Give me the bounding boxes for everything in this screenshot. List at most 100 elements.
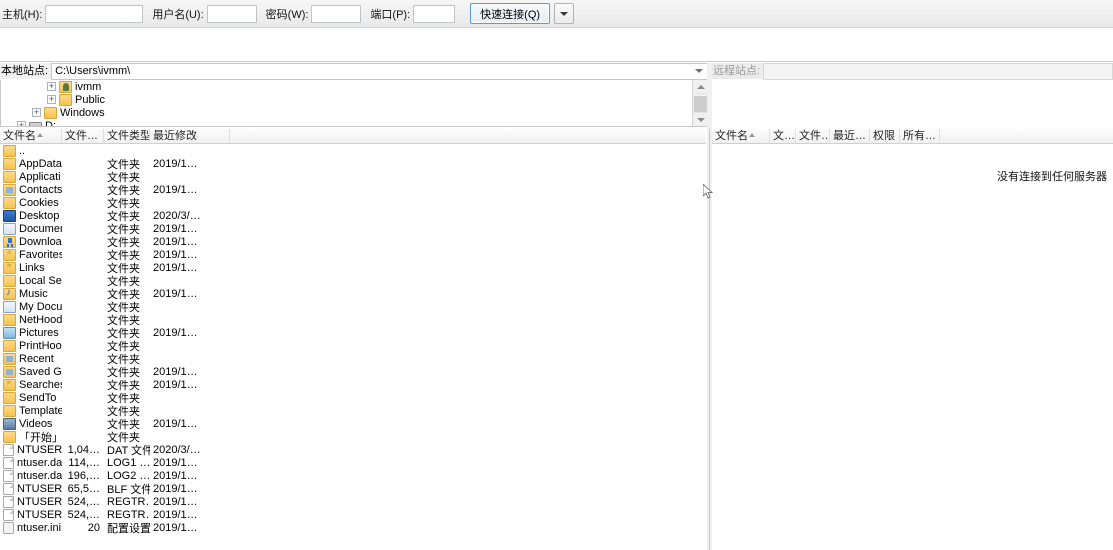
file-type-cell: 配置设置 — [107, 522, 150, 535]
file-date-cell: 2019/1… — [153, 469, 198, 482]
file-name-cell: AppData — [0, 157, 62, 170]
scroll-down-button[interactable] — [693, 112, 707, 126]
file-date-cell: 2019/1… — [153, 235, 198, 248]
folder-icon — [3, 339, 16, 352]
port-label: 端口(P): — [370, 8, 411, 21]
column-header[interactable]: 最近… — [830, 128, 870, 144]
file-name-label: Templates — [19, 404, 62, 417]
recent-icon — [3, 352, 16, 365]
file-name-label: ntuser.ini — [17, 521, 62, 534]
file-list-row[interactable]: ntuser.ini 20 配置设置 2019/1… — [0, 521, 706, 535]
scroll-up-button[interactable] — [693, 80, 707, 94]
password-input[interactable] — [311, 4, 362, 23]
pictures-icon — [3, 326, 16, 339]
file-size-cell: 524,… — [67, 508, 100, 521]
file-date-cell: 2020/3/… — [153, 443, 201, 456]
file-name-label: Applicati… — [19, 170, 62, 183]
local-file-list-header: 文件名 文件… 文件类型 最近修改 — [0, 128, 706, 144]
filezilla-window: 主机(H): 用户名(U): 密码(W): 端口(P): 快速连接(Q) 本地站… — [0, 0, 1113, 550]
file-list-row[interactable]: NTUSER… 524,… REGTR…2019/1… — [0, 495, 706, 508]
tree-expander-icon[interactable]: + — [32, 108, 41, 117]
column-header[interactable]: 权限 — [870, 128, 900, 144]
tree-node[interactable]: + Windows — [1, 106, 707, 119]
quick-connect-dropdown-button[interactable] — [554, 3, 575, 24]
tree-expander-icon[interactable]: + — [17, 121, 26, 126]
file-name-label: SendTo — [19, 391, 57, 404]
file-date-cell: 2019/1… — [153, 495, 198, 508]
file-name-label: 「开始」… — [19, 431, 62, 444]
file-date-cell: 2019/1… — [153, 417, 198, 430]
file-name-cell: 「开始」… — [0, 429, 62, 445]
tree-node[interactable]: + Public — [1, 93, 707, 106]
folder-icon — [3, 157, 16, 170]
column-header[interactable]: 文件… — [62, 128, 104, 144]
file-icon — [3, 482, 14, 495]
local-directory-tree[interactable]: + ivmm + Public + Windows + D: — [0, 80, 708, 127]
file-name-cell: Searches — [0, 378, 62, 391]
file-name-label: My Docu… — [19, 300, 62, 313]
tree-vertical-scrollbar[interactable] — [692, 80, 707, 126]
local-site-path-text: C:\Users\ivmm\ — [55, 65, 131, 77]
file-date-cell: 2019/1… — [153, 287, 198, 300]
column-header[interactable]: 文件名 — [0, 128, 62, 144]
file-name-label: NetHood — [19, 313, 62, 326]
port-input[interactable] — [413, 4, 456, 23]
file-name-label: NTUSER… — [17, 482, 62, 495]
file-date-cell: 2019/1… — [153, 326, 198, 339]
file-name-cell: Applicati… — [0, 170, 62, 183]
file-list-row[interactable]: NTUSER… 1,04… DAT 文件2020/3/… — [0, 443, 706, 457]
tree-rows: + ivmm + Public + Windows + D: — [1, 80, 707, 126]
file-name-cell: ntuser.ini — [0, 521, 62, 534]
file-name-cell: Favorites — [0, 248, 62, 261]
column-header[interactable]: 文件类型 — [104, 128, 150, 144]
tree-node[interactable]: + ivmm — [1, 80, 707, 93]
file-name-cell: Links — [0, 261, 62, 274]
file-name-label: Local Sett… — [19, 274, 62, 287]
file-icon — [3, 469, 14, 482]
sort-ascending-icon — [749, 133, 755, 137]
file-list-row[interactable]: ntuser.da… 114,… LOG1 …2019/1… — [0, 456, 706, 469]
pane-divider — [709, 129, 710, 550]
file-name-cell: Local Sett… — [0, 274, 62, 287]
file-name-cell: Documen… — [0, 222, 62, 235]
tree-expander-icon[interactable]: + — [47, 82, 56, 91]
host-input[interactable] — [45, 4, 144, 23]
tree-node-label: ivmm — [75, 80, 102, 93]
username-input[interactable] — [206, 4, 257, 23]
remote-site-row: 远程站点: — [712, 62, 1113, 80]
chevron-down-icon — [696, 117, 705, 122]
tree-node[interactable]: + D: — [1, 119, 707, 126]
downloads-icon — [3, 235, 16, 248]
file-name-label: NTUSER… — [17, 443, 62, 456]
file-name-label: Desktop — [19, 209, 60, 222]
file-list-row[interactable]: NTUSER… 65,5… BLF 文件2019/1… — [0, 482, 706, 496]
column-header[interactable]: 文件名 — [712, 128, 770, 144]
quick-connect-button[interactable]: 快速连接(Q) — [470, 3, 551, 24]
file-icon — [3, 443, 14, 456]
column-header[interactable]: 最近修改 — [150, 128, 230, 144]
remote-file-list-body[interactable]: 没有连接到任何服务器 — [712, 144, 1113, 550]
file-name-cell: PrintHood — [0, 339, 62, 352]
savedgames-icon — [3, 365, 16, 378]
drive-icon — [29, 122, 42, 126]
file-icon — [3, 508, 14, 521]
file-name-cell: ntuser.da… — [0, 469, 62, 482]
column-header[interactable]: 文件… — [796, 128, 830, 144]
tree-expander-icon[interactable]: + — [47, 95, 56, 104]
folder-icon — [3, 391, 16, 404]
column-header[interactable]: 所有… — [900, 128, 940, 144]
scrollbar-thumb[interactable] — [694, 96, 707, 112]
file-size-cell: 114,… — [68, 456, 100, 469]
folder-icon — [59, 93, 72, 106]
favorites-icon — [3, 248, 16, 261]
file-date-cell: 2019/1… — [153, 261, 198, 274]
file-name-cell: ntuser.da… — [0, 456, 62, 469]
column-header[interactable]: 文… — [770, 128, 796, 144]
local-site-path-combo[interactable]: C:\Users\ivmm\ — [51, 62, 708, 80]
file-name-label: Searches — [19, 378, 62, 391]
local-file-list-body[interactable]: ..AppData文件夹2019/1…Applicati…文件夹Contacts… — [0, 144, 706, 550]
file-date-cell: 2019/1… — [153, 482, 198, 495]
remote-site-path-combo[interactable] — [763, 62, 1113, 80]
file-name-label: Documen… — [19, 222, 62, 235]
file-name-cell: NTUSER… — [0, 495, 62, 508]
